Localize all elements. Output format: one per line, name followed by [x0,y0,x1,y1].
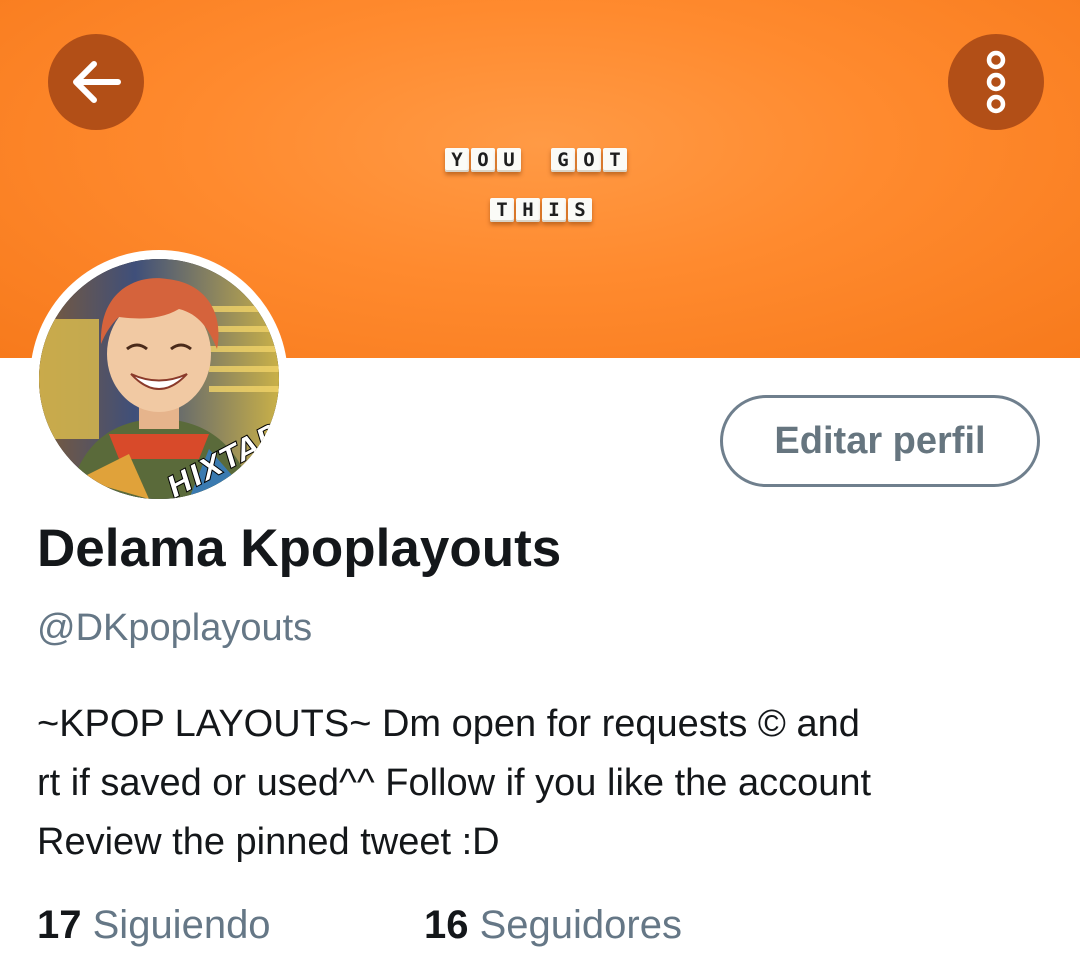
following-label: Siguiendo [92,903,271,947]
following-count: 17 [37,903,82,947]
avatar-photo: HIXTAPE [39,259,279,499]
letter-tile: U [497,148,521,172]
bio-line: ~KPOP LAYOUTS~ Dm open for requests © an… [37,703,860,745]
back-button[interactable] [48,34,144,130]
profile-bio: ~KPOP LAYOUTS~ Dm open for requests © an… [37,695,1047,872]
profile-page: Y O U G O T T H I S HIXTAPE Editar perfi… [0,0,1080,975]
followers-link[interactable]: 16 Seguidores [424,903,682,948]
bio-line: rt if saved or used^^ Follow if you like… [37,762,872,804]
letter-tile: S [568,198,592,222]
banner-tiles-got: G O T [551,148,627,172]
following-link[interactable]: 17 Siguiendo [37,903,271,948]
letter-tile: T [603,148,627,172]
letter-tile: T [490,198,514,222]
user-handle: @DKpoplayouts [37,607,313,649]
banner-tiles-you: Y O U [445,148,521,172]
more-options-button[interactable] [948,34,1044,130]
avatar[interactable]: HIXTAPE [30,250,288,508]
followers-count: 16 [424,903,469,947]
letter-tile: O [577,148,601,172]
followers-label: Seguidores [479,903,682,947]
bio-line: Review the pinned tweet :D [37,821,500,863]
letter-tile: H [516,198,540,222]
letter-tile: O [471,148,495,172]
letter-tile: Y [445,148,469,172]
letter-tile: I [542,198,566,222]
avatar-image: HIXTAPE [39,259,279,499]
arrow-left-icon [73,61,121,103]
banner-tiles-this: T H I S [490,198,592,222]
vertical-dots-icon [986,50,1006,114]
edit-profile-button[interactable]: Editar perfil [720,395,1040,487]
letter-tile: G [551,148,575,172]
display-name: Delama Kpoplayouts [37,519,562,578]
